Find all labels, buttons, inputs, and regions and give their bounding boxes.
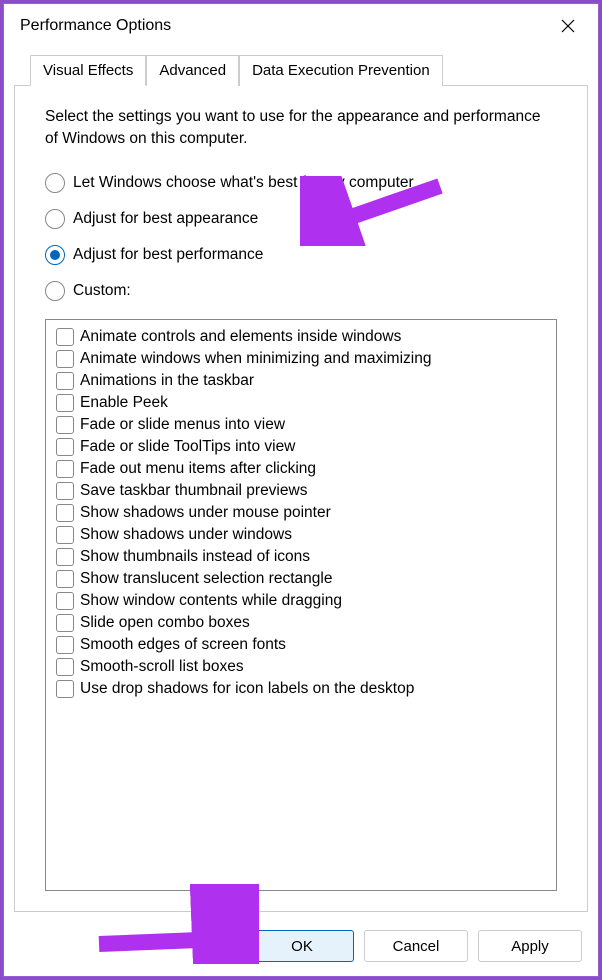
checkbox-list[interactable]: Animate controls and elements inside win… [45, 319, 557, 891]
checkbox-box [56, 350, 74, 368]
tab-advanced[interactable]: Advanced [146, 55, 239, 86]
checkbox-label: Save taskbar thumbnail previews [80, 482, 307, 500]
checkbox-label: Animate windows when minimizing and maxi… [80, 350, 431, 368]
checkbox-label: Animate controls and elements inside win… [80, 328, 401, 346]
description-text: Select the settings you want to use for … [45, 106, 557, 149]
checkbox-label: Fade or slide ToolTips into view [80, 438, 295, 456]
close-button[interactable] [552, 10, 584, 42]
checkbox-item-11[interactable]: Show translucent selection rectangle [50, 568, 552, 590]
checkbox-box [56, 570, 74, 588]
checkbox-box [56, 394, 74, 412]
checkbox-label: Slide open combo boxes [80, 614, 250, 632]
checkbox-item-0[interactable]: Animate controls and elements inside win… [50, 326, 552, 348]
radio-label: Adjust for best appearance [73, 210, 258, 228]
checkbox-item-15[interactable]: Smooth-scroll list boxes [50, 656, 552, 678]
checkbox-label: Use drop shadows for icon labels on the … [80, 680, 414, 698]
checkbox-item-4[interactable]: Fade or slide menus into view [50, 414, 552, 436]
checkbox-item-8[interactable]: Show shadows under mouse pointer [50, 502, 552, 524]
checkbox-item-6[interactable]: Fade out menu items after clicking [50, 458, 552, 480]
tab-content: Select the settings you want to use for … [14, 86, 588, 912]
checkbox-box [56, 614, 74, 632]
apply-button[interactable]: Apply [478, 930, 582, 962]
tab-data-execution-prevention[interactable]: Data Execution Prevention [239, 55, 443, 86]
checkbox-label: Smooth-scroll list boxes [80, 658, 244, 676]
checkbox-box [56, 636, 74, 654]
checkbox-item-5[interactable]: Fade or slide ToolTips into view [50, 436, 552, 458]
checkbox-box [56, 328, 74, 346]
checkbox-label: Show thumbnails instead of icons [80, 548, 310, 566]
radio-option-1[interactable]: Adjust for best appearance [45, 209, 557, 229]
checkbox-label: Fade out menu items after clicking [80, 460, 316, 478]
checkbox-item-7[interactable]: Save taskbar thumbnail previews [50, 480, 552, 502]
checkbox-box [56, 416, 74, 434]
radio-circle [45, 209, 65, 229]
cancel-button[interactable]: Cancel [364, 930, 468, 962]
radio-option-2[interactable]: Adjust for best performance [45, 245, 557, 265]
checkbox-box [56, 658, 74, 676]
checkbox-label: Smooth edges of screen fonts [80, 636, 286, 654]
checkbox-box [56, 526, 74, 544]
checkbox-box [56, 592, 74, 610]
titlebar: Performance Options [4, 4, 598, 48]
checkbox-item-13[interactable]: Slide open combo boxes [50, 612, 552, 634]
radio-circle [45, 245, 65, 265]
tab-visual-effects[interactable]: Visual Effects [30, 55, 146, 86]
radio-option-0[interactable]: Let Windows choose what's best for my co… [45, 173, 557, 193]
checkbox-item-12[interactable]: Show window contents while dragging [50, 590, 552, 612]
checkbox-box [56, 482, 74, 500]
checkbox-item-9[interactable]: Show shadows under windows [50, 524, 552, 546]
button-row: OK Cancel Apply [4, 922, 598, 976]
checkbox-item-10[interactable]: Show thumbnails instead of icons [50, 546, 552, 568]
checkbox-box [56, 372, 74, 390]
window-title: Performance Options [20, 17, 171, 35]
checkbox-label: Show window contents while dragging [80, 592, 342, 610]
checkbox-box [56, 680, 74, 698]
ok-button[interactable]: OK [250, 930, 354, 962]
checkbox-box [56, 438, 74, 456]
checkbox-item-3[interactable]: Enable Peek [50, 392, 552, 414]
checkbox-label: Fade or slide menus into view [80, 416, 285, 434]
checkbox-label: Show shadows under windows [80, 526, 292, 544]
checkbox-item-16[interactable]: Use drop shadows for icon labels on the … [50, 678, 552, 700]
checkbox-item-14[interactable]: Smooth edges of screen fonts [50, 634, 552, 656]
radio-label: Custom: [73, 282, 131, 300]
checkbox-box [56, 548, 74, 566]
tabs-bar: Visual EffectsAdvancedData Execution Pre… [14, 54, 588, 86]
checkbox-label: Show translucent selection rectangle [80, 570, 332, 588]
checkbox-item-2[interactable]: Animations in the taskbar [50, 370, 552, 392]
checkbox-box [56, 460, 74, 478]
checkbox-item-1[interactable]: Animate windows when minimizing and maxi… [50, 348, 552, 370]
checkbox-label: Animations in the taskbar [80, 372, 254, 390]
checkbox-label: Show shadows under mouse pointer [80, 504, 331, 522]
performance-options-window: Performance Options Visual EffectsAdvanc… [3, 3, 599, 977]
radio-option-3[interactable]: Custom: [45, 281, 557, 301]
radio-circle [45, 173, 65, 193]
checkbox-box [56, 504, 74, 522]
close-icon [561, 19, 575, 33]
checkbox-label: Enable Peek [80, 394, 168, 412]
radio-circle [45, 281, 65, 301]
radio-label: Let Windows choose what's best for my co… [73, 174, 414, 192]
radio-group: Let Windows choose what's best for my co… [45, 173, 557, 301]
radio-label: Adjust for best performance [73, 246, 263, 264]
